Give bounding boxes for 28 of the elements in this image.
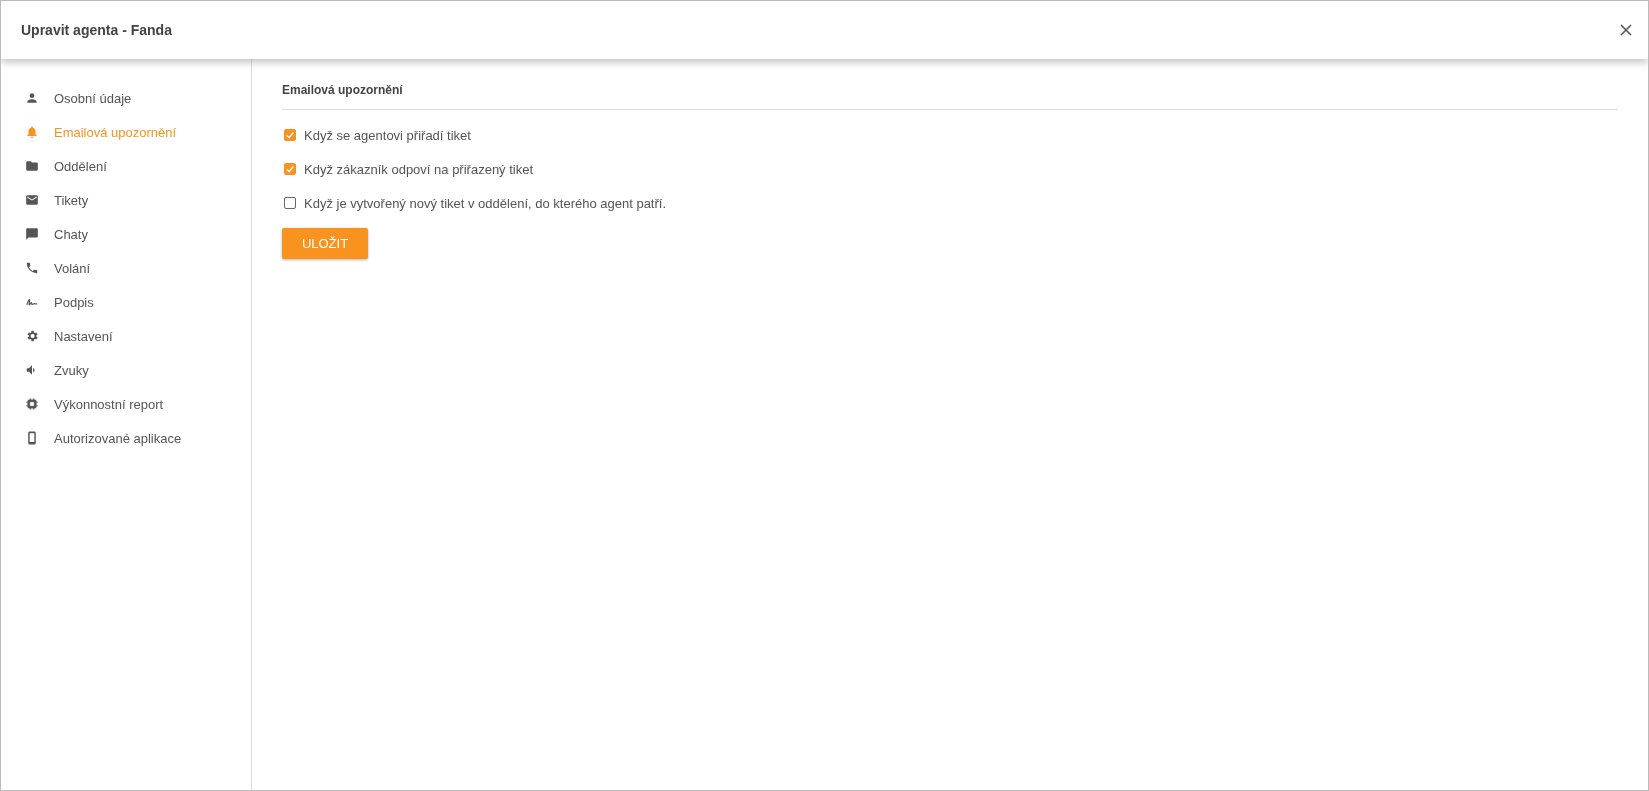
sidebar-item[interactable]: Autorizované aplikace <box>1 421 251 455</box>
sidebar-item[interactable]: Podpis <box>1 285 251 319</box>
sidebar-item[interactable]: Volání <box>1 251 251 285</box>
sidebar-item[interactable]: Osobní údaje <box>1 81 251 115</box>
checkbox-label: Když zákazník odpoví na přiřazený tiket <box>304 161 534 177</box>
sidebar-item[interactable]: Chaty <box>1 217 251 251</box>
sidebar-item[interactable]: Zvuky <box>1 353 251 387</box>
user-icon <box>25 91 39 105</box>
sidebar-item[interactable]: Tikety <box>1 183 251 217</box>
sidebar-item[interactable]: Oddělení <box>1 149 251 183</box>
chip-icon <box>25 397 39 411</box>
sidebar-item[interactable]: Nastavení <box>1 319 251 353</box>
chat-icon <box>25 227 39 241</box>
sidebar-item[interactable]: Výkonnostní report <box>1 387 251 421</box>
bell-icon <box>25 125 39 139</box>
gear-icon <box>25 329 39 343</box>
checkbox[interactable] <box>284 163 296 175</box>
dialog-title: Upravit agenta - Fanda <box>21 22 172 38</box>
folder-icon <box>25 159 39 173</box>
checkbox[interactable] <box>284 129 296 141</box>
mail-icon <box>25 193 39 207</box>
section-title: Emailová upozornění <box>282 83 1618 110</box>
phone-icon <box>25 261 39 275</box>
mobile-icon <box>25 431 39 445</box>
checkbox[interactable] <box>284 197 296 209</box>
close-icon[interactable] <box>1620 24 1632 36</box>
checkbox-label: Když se agentovi přiřadí tiket <box>304 127 471 143</box>
checkbox-label: Když je vytvořený nový tiket v oddělení, do kterého agent patří. <box>304 195 667 211</box>
